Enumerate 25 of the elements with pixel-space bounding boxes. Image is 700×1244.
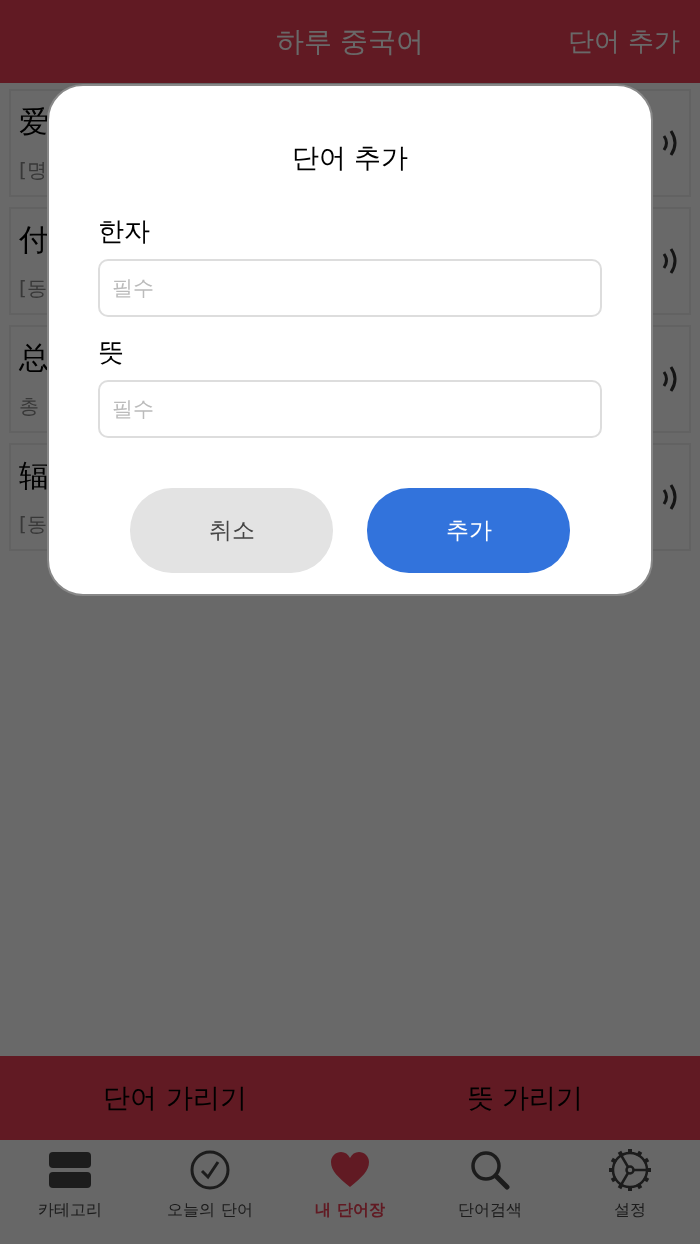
add-word-button[interactable]: 단어 추가 — [567, 24, 680, 59]
cancel-button[interactable]: 취소 — [130, 488, 333, 573]
toggle-button[interactable]: 단어 가리기 — [0, 1056, 350, 1140]
field-label: 뜻 — [98, 336, 125, 369]
word-hanzi: 辐 — [19, 457, 49, 495]
settings-icon — [608, 1147, 652, 1192]
dialog-title: 단어 추가 — [290, 141, 410, 175]
tab-item[interactable]: 오늘의 단어 — [140, 1140, 280, 1244]
search-icon — [470, 1149, 510, 1190]
tab-item[interactable]: 설정 — [560, 1140, 700, 1244]
input-field[interactable]: 필수 — [98, 380, 602, 438]
check-circle-icon — [190, 1149, 230, 1190]
tab-item[interactable]: 카테고리 — [0, 1140, 140, 1244]
stack-icon — [48, 1150, 92, 1189]
word-hanzi: 总 — [19, 339, 49, 377]
confirm-button[interactable]: 추가 — [367, 488, 570, 573]
word-hanzi: 付 — [19, 221, 49, 259]
toggle-button[interactable]: 뜻 가리기 — [350, 1056, 700, 1140]
word-hanzi: 爱 — [19, 103, 49, 141]
input-field[interactable]: 필수 — [98, 259, 602, 317]
tab-item[interactable]: 단어검색 — [420, 1140, 560, 1244]
app-title: 하루 중국어 — [275, 23, 425, 60]
field-label: 한자 — [98, 215, 151, 248]
heart-icon — [330, 1151, 370, 1188]
tab-item[interactable]: 내 단어장 — [280, 1140, 420, 1244]
